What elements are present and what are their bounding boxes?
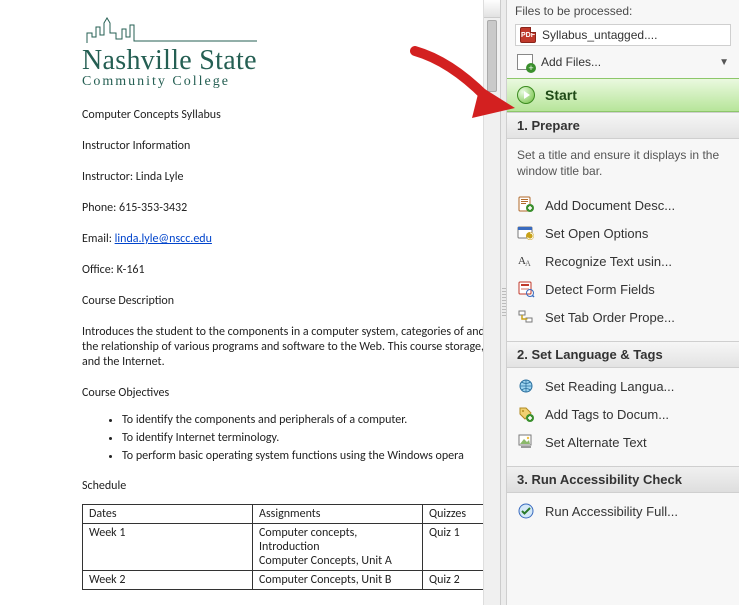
action-label: Set Alternate Text xyxy=(545,435,647,450)
action-label: Set Tab Order Prope... xyxy=(545,310,675,325)
add-tags-icon xyxy=(517,405,535,423)
cell: Computer concepts, Introduction Computer… xyxy=(253,524,423,571)
logo: Nashville State Community College xyxy=(82,15,500,90)
action-recognize-text[interactable]: AA Recognize Text usin... xyxy=(507,247,739,275)
course-desc-heading: Course Description xyxy=(82,294,500,309)
doc-heading: Computer Concepts Syllabus xyxy=(82,108,500,123)
instructor-info-heading: Instructor Information xyxy=(82,139,500,154)
cell: Week 1 xyxy=(83,524,253,571)
action-label: Detect Form Fields xyxy=(545,282,655,297)
add-files-label: Add Files... xyxy=(541,55,601,69)
add-files-icon xyxy=(517,54,533,70)
list-item: To identify Internet terminology. xyxy=(122,431,500,445)
email-prefix: Email: xyxy=(82,232,115,246)
cell: Week 2 xyxy=(83,571,253,590)
pdf-icon: PDF xyxy=(520,27,536,43)
col-header: Assignments xyxy=(253,505,423,524)
section-header-lang-tags: 2. Set Language & Tags xyxy=(507,341,739,368)
cell: Quiz 2 xyxy=(423,571,493,590)
cell: Quiz 1 xyxy=(423,524,493,571)
document-page: Nashville State Community College Comput… xyxy=(0,0,500,590)
email-link[interactable]: linda.lyle@nscc.edu xyxy=(115,232,212,246)
table-row: Week 1 Computer concepts, Introduction C… xyxy=(83,524,493,571)
objectives-heading: Course Objectives xyxy=(82,386,500,401)
action-label: Recognize Text usin... xyxy=(545,254,672,269)
action-sidebar: Files to be processed: PDF Syllabus_unta… xyxy=(507,0,739,605)
start-label: Start xyxy=(545,87,577,103)
scrollbar[interactable] xyxy=(483,0,500,605)
schedule-table: Dates Assignments Quizzes Week 1 Compute… xyxy=(82,504,493,590)
logo-text-sub: Community College xyxy=(82,74,500,90)
pane-splitter[interactable] xyxy=(501,0,507,605)
recognize-text-icon: AA xyxy=(517,252,535,270)
action-label: Set Open Options xyxy=(545,226,648,241)
reading-language-icon xyxy=(517,377,535,395)
action-set-alt-text[interactable]: Set Alternate Text xyxy=(507,428,739,456)
action-detect-form-fields[interactable]: Detect Form Fields xyxy=(507,275,739,303)
accessibility-check-icon xyxy=(517,502,535,520)
play-icon xyxy=(517,86,535,104)
section-header-accessibility: 3. Run Accessibility Check xyxy=(507,466,739,493)
action-label: Add Document Desc... xyxy=(545,198,675,213)
action-label: Add Tags to Docum... xyxy=(545,407,669,422)
action-run-accessibility-check[interactable]: Run Accessibility Full... xyxy=(507,497,739,525)
objectives-list: To identify the components and periphera… xyxy=(82,413,500,463)
col-header: Dates xyxy=(83,505,253,524)
action-add-doc-desc[interactable]: Add Document Desc... xyxy=(507,191,739,219)
start-button[interactable]: Start xyxy=(507,78,739,112)
email-line: Email: linda.lyle@nscc.edu xyxy=(82,232,500,247)
logo-text-main: Nashville State xyxy=(82,45,500,77)
action-set-tab-order[interactable]: Set Tab Order Prope... xyxy=(507,303,739,331)
action-set-open-options[interactable]: Set Open Options xyxy=(507,219,739,247)
list-item: To perform basic operating system functi… xyxy=(122,449,500,463)
action-label: Set Reading Langua... xyxy=(545,379,674,394)
action-set-reading-language[interactable]: Set Reading Langua... xyxy=(507,372,739,400)
col-header: Quizzes xyxy=(423,505,493,524)
table-row: Dates Assignments Quizzes xyxy=(83,505,493,524)
section-header-prepare: 1. Prepare xyxy=(507,112,739,139)
list-item: To identify the components and periphera… xyxy=(122,413,500,427)
document-pane: Nashville State Community College Comput… xyxy=(0,0,501,605)
document-desc-icon xyxy=(517,196,535,214)
action-label: Run Accessibility Full... xyxy=(545,504,678,519)
open-options-icon xyxy=(517,224,535,242)
file-item[interactable]: PDF Syllabus_untagged.... xyxy=(515,24,731,46)
phone: Phone: 615-353-3432 xyxy=(82,201,500,216)
chevron-down-icon: ▼ xyxy=(719,57,729,68)
office: Office: K-161 xyxy=(82,263,500,278)
file-name: Syllabus_untagged.... xyxy=(542,28,657,42)
course-desc-body: Introduces the student to the components… xyxy=(82,325,500,370)
alt-text-icon xyxy=(517,433,535,451)
add-files-button[interactable]: Add Files... ▼ xyxy=(507,48,739,78)
files-label: Files to be processed: xyxy=(507,0,739,22)
tab-order-icon xyxy=(517,308,535,326)
cell: Computer Concepts, Unit B xyxy=(253,571,423,590)
schedule-heading: Schedule xyxy=(82,479,500,494)
table-row: Week 2 Computer Concepts, Unit B Quiz 2 xyxy=(83,571,493,590)
detect-forms-icon xyxy=(517,280,535,298)
svg-text:A: A xyxy=(525,259,531,268)
action-add-tags[interactable]: Add Tags to Docum... xyxy=(507,400,739,428)
instructor-name: Instructor: Linda Lyle xyxy=(82,170,500,185)
section-desc: Set a title and ensure it displays in th… xyxy=(507,139,739,187)
